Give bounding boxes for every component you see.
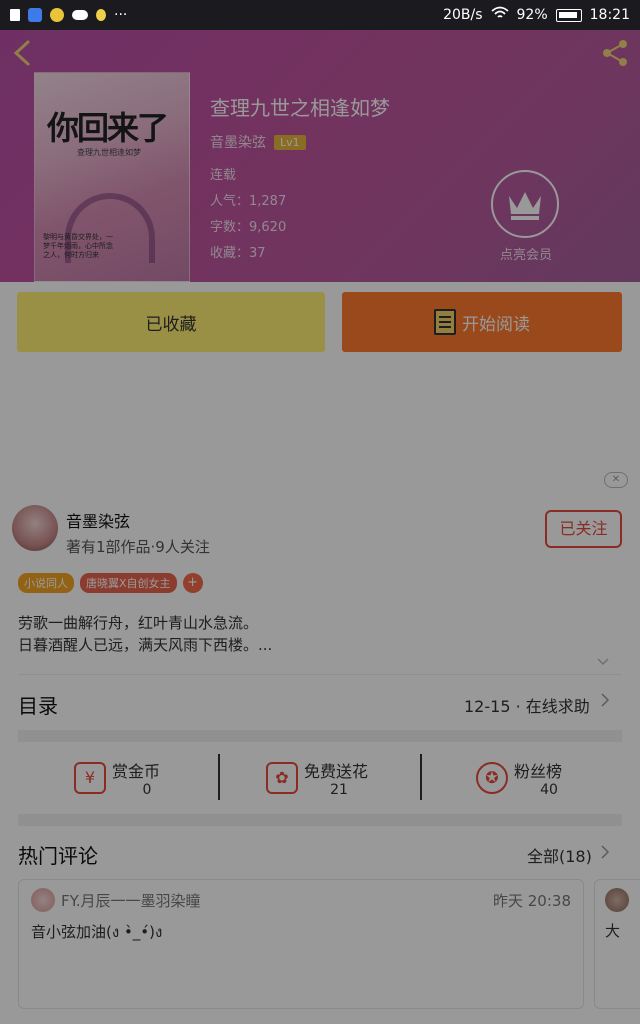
cover-blurb: 黎明与黄昏交界处，一梦千年烟雨，心中所念之人，何时方归来 [43,233,113,259]
popularity: 人气：1,287 [210,194,287,209]
toc-title[interactable]: 目录 [18,690,58,719]
bio-line: 劳歌一曲解行舟，红叶青山水急流。 [18,614,259,632]
comment-text: 大 [605,922,621,940]
fans-ranking-button[interactable]: ✪ 粉丝榜 40 [476,756,640,802]
chevron-right-icon [600,692,610,712]
author-name[interactable]: 音墨染弦 [210,132,266,152]
author-bio: 劳歌一曲解行舟，红叶青山水急流。 日暮酒醒人已远，满天风雨下西楼。... [18,612,272,656]
add-tag-button[interactable]: + [182,573,203,593]
hot-comments-title: 热门评论 [18,844,98,868]
author-tags: 小说同人 唐晓翼X自创女主 + [18,573,203,593]
stat-value: 0 [142,782,152,798]
more-icon: ··· [114,7,128,23]
vip-button[interactable] [491,170,559,238]
start-reading-label: 开始阅读 [462,314,530,335]
expand-bio-button[interactable] [596,656,610,670]
coin-icon: ¥ [74,762,106,794]
status-bar: ··· 20B/s 92% 18:21 [0,0,640,30]
author-card-stats: 著有1部作品·9人关注 [66,538,210,556]
notification-icons: ··· [10,7,127,23]
network-speed: 20B/s [443,7,483,23]
toc-latest-chapter[interactable]: 12-15 · 在线求助 [464,693,590,717]
commenter-avatar[interactable] [31,888,55,912]
cover-title: 你回来了 [47,109,169,147]
wifi-icon [490,6,509,24]
comment-text: 音小弦加油(ง •̀_•́)ง [31,923,163,941]
medal-icon: ✪ [476,762,508,794]
shield-icon [28,8,42,22]
share-button[interactable] [600,38,630,68]
book-icon [434,309,456,335]
clock: 18:21 [589,7,630,23]
favorites-count: 收藏：37 [210,246,266,261]
music-icon [10,9,20,21]
vip-label: 点亮会员 [499,248,552,263]
divider [18,674,622,675]
tag-item[interactable]: 小说同人 [18,573,74,593]
collected-button[interactable]: 已收藏 [17,292,325,352]
level-badge: Lv1 [274,134,306,150]
section-separator [18,814,622,826]
flower-icon: ✿ [266,762,298,794]
tag-item[interactable]: 唐晓翼X自创女主 [80,573,177,593]
author-card-name[interactable]: 音墨染弦 [66,508,130,532]
chevron-down-icon [597,658,609,666]
battery-percent: 92% [516,7,548,23]
crown-icon [509,192,541,220]
comment-card[interactable]: FY.月辰一一墨羽染瞳 昨天 20:38 音小弦加油(ง •̀_•́)ง [18,879,584,1009]
chevron-right-icon [600,844,610,864]
stat-value: 21 [330,782,348,798]
author-avatar[interactable] [12,505,58,551]
stat-label: 免费送花 [304,762,369,781]
start-reading-button[interactable]: 开始阅读 [342,292,622,352]
book-header: 你回来了 查理九世相逢如梦 黎明与黄昏交界处，一梦千年烟雨，心中所念之人，何时方… [0,30,640,282]
word-count: 字数：9,620 [210,220,287,235]
bio-line: 日暮酒醒人已远，满天风雨下西楼。... [18,636,273,654]
section-separator [18,730,622,742]
commenter-avatar[interactable] [605,888,629,912]
cover-subtitle: 查理九世相逢如梦 [77,148,141,157]
cloud-icon [72,10,88,20]
divider [218,754,220,800]
battery-icon [555,8,582,22]
collected-label: 已收藏 [145,314,197,335]
reward-coins-button[interactable]: ¥ 赏金币 0 [74,756,264,802]
back-button[interactable] [10,38,36,68]
stat-label: 赏金币 [112,762,161,781]
bulb-icon [96,9,106,21]
app-icon [50,8,64,22]
book-title: 查理九世之相逢如梦 [210,96,390,120]
book-cover[interactable]: 你回来了 查理九世相逢如梦 黎明与黄昏交界处，一梦千年烟雨，心中所念之人，何时方… [34,72,190,282]
chevron-left-icon [13,40,30,66]
comment-time: 昨天 20:38 [493,892,571,910]
ad-close-button[interactable]: ✕ [604,472,628,488]
book-status: 连载 [210,168,237,183]
stat-value: 40 [540,782,558,798]
commenter-name[interactable]: FY.月辰一一墨羽染瞳 [61,890,201,911]
follow-button[interactable]: 已关注 [545,510,622,548]
stat-label: 粉丝榜 [514,762,563,781]
share-icon [603,40,627,66]
author-row[interactable]: 音墨染弦 Lv1 [210,132,306,152]
send-flower-button[interactable]: ✿ 免费送花 21 [266,756,456,802]
all-comments-link[interactable]: 全部(18) [527,843,592,867]
comment-card[interactable]: 大 [594,879,640,1009]
divider [420,754,422,800]
